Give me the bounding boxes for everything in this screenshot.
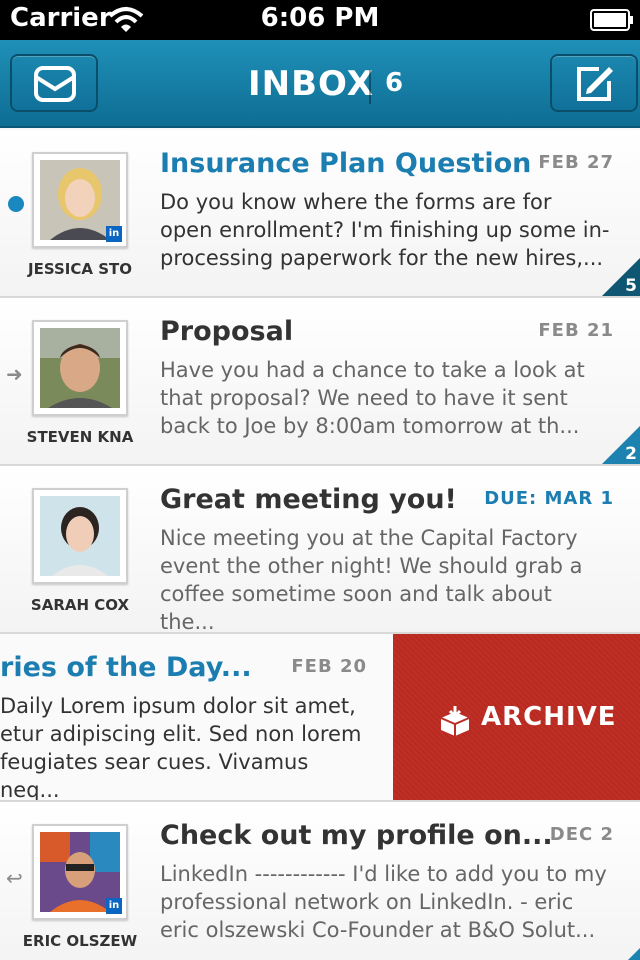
linkedin-icon: in xyxy=(106,898,122,914)
message-subject: Proposal xyxy=(160,316,294,347)
clock-label: 6:06 PM xyxy=(260,3,380,33)
sender-name: STEVEN KNA xyxy=(26,428,134,446)
message-date: FEB 21 xyxy=(538,320,614,341)
message-preview: LinkedIn ------------ I'd like to add yo… xyxy=(160,862,607,942)
status-bar: Carrier 6:06 PM xyxy=(0,0,640,40)
contact-photo xyxy=(40,328,120,408)
page-title: INBOX xyxy=(248,64,374,104)
thread-count: 2 xyxy=(625,444,637,464)
unread-count: 6 xyxy=(385,68,404,98)
avatar xyxy=(32,488,128,584)
nav-bar: INBOX 6 xyxy=(0,40,640,128)
sender-name: ERIC OLSZEW xyxy=(22,932,138,950)
message-preview: Have you had a chance to take a look at … xyxy=(160,358,585,438)
reply-arrow-icon: ↩ xyxy=(6,866,23,890)
unread-indicator xyxy=(8,196,24,212)
message-row[interactable]: SARAH COX Great meeting you! DUE: MAR 1 … xyxy=(0,466,640,634)
message-date: DEC 2 xyxy=(549,824,614,845)
message-row[interactable]: ➜ STEVEN KNA Proposal FEB 21 Have you ha… xyxy=(0,298,640,466)
message-preview: Nice meeting you at the Capital Factory … xyxy=(160,526,583,634)
message-subject: ries of the Day... xyxy=(0,652,252,683)
message-preview: Daily Lorem ipsum dolor sit amet, etur a… xyxy=(0,694,362,802)
battery-icon xyxy=(590,9,633,31)
message-date: FEB 27 xyxy=(538,152,614,173)
message-subject: Check out my profile on... xyxy=(160,820,553,851)
message-row[interactable]: in JESSICA STO Insurance Plan Question F… xyxy=(0,130,640,298)
thread-count-badge xyxy=(602,948,640,960)
message-row-swiped[interactable]: ries of the Day... FEB 20 Daily Lorem ip… xyxy=(0,634,640,802)
sender-name: SARAH COX xyxy=(30,596,130,614)
avatar: in xyxy=(32,824,128,920)
avatar xyxy=(32,320,128,416)
message-subject: Great meeting you! xyxy=(160,484,457,515)
inbox-menu-button[interactable] xyxy=(10,54,98,112)
forward-arrow-icon: ➜ xyxy=(6,362,23,386)
contact-photo xyxy=(40,496,120,576)
message-subject: Insurance Plan Question xyxy=(160,148,532,179)
avatar: in xyxy=(32,152,128,248)
due-date: DUE: MAR 1 xyxy=(484,488,614,509)
archive-box-icon xyxy=(440,706,470,736)
thread-count: 5 xyxy=(625,276,637,296)
linkedin-icon: in xyxy=(106,226,122,242)
sender-name: JESSICA STO xyxy=(28,260,132,278)
archive-button[interactable]: ARCHIVE xyxy=(393,634,640,800)
compose-icon xyxy=(577,67,613,101)
title-divider xyxy=(369,70,371,104)
message-date: FEB 20 xyxy=(291,656,367,677)
archive-label: ARCHIVE xyxy=(481,702,617,732)
message-preview: Do you know where the forms are for open… xyxy=(160,190,610,270)
message-row[interactable]: ↩ in ERIC OLSZEW Check out my profile on… xyxy=(0,802,640,960)
compose-button[interactable] xyxy=(550,54,638,112)
inbox-icon xyxy=(34,66,76,102)
swiped-message-content: ries of the Day... FEB 20 Daily Lorem ip… xyxy=(0,634,393,802)
